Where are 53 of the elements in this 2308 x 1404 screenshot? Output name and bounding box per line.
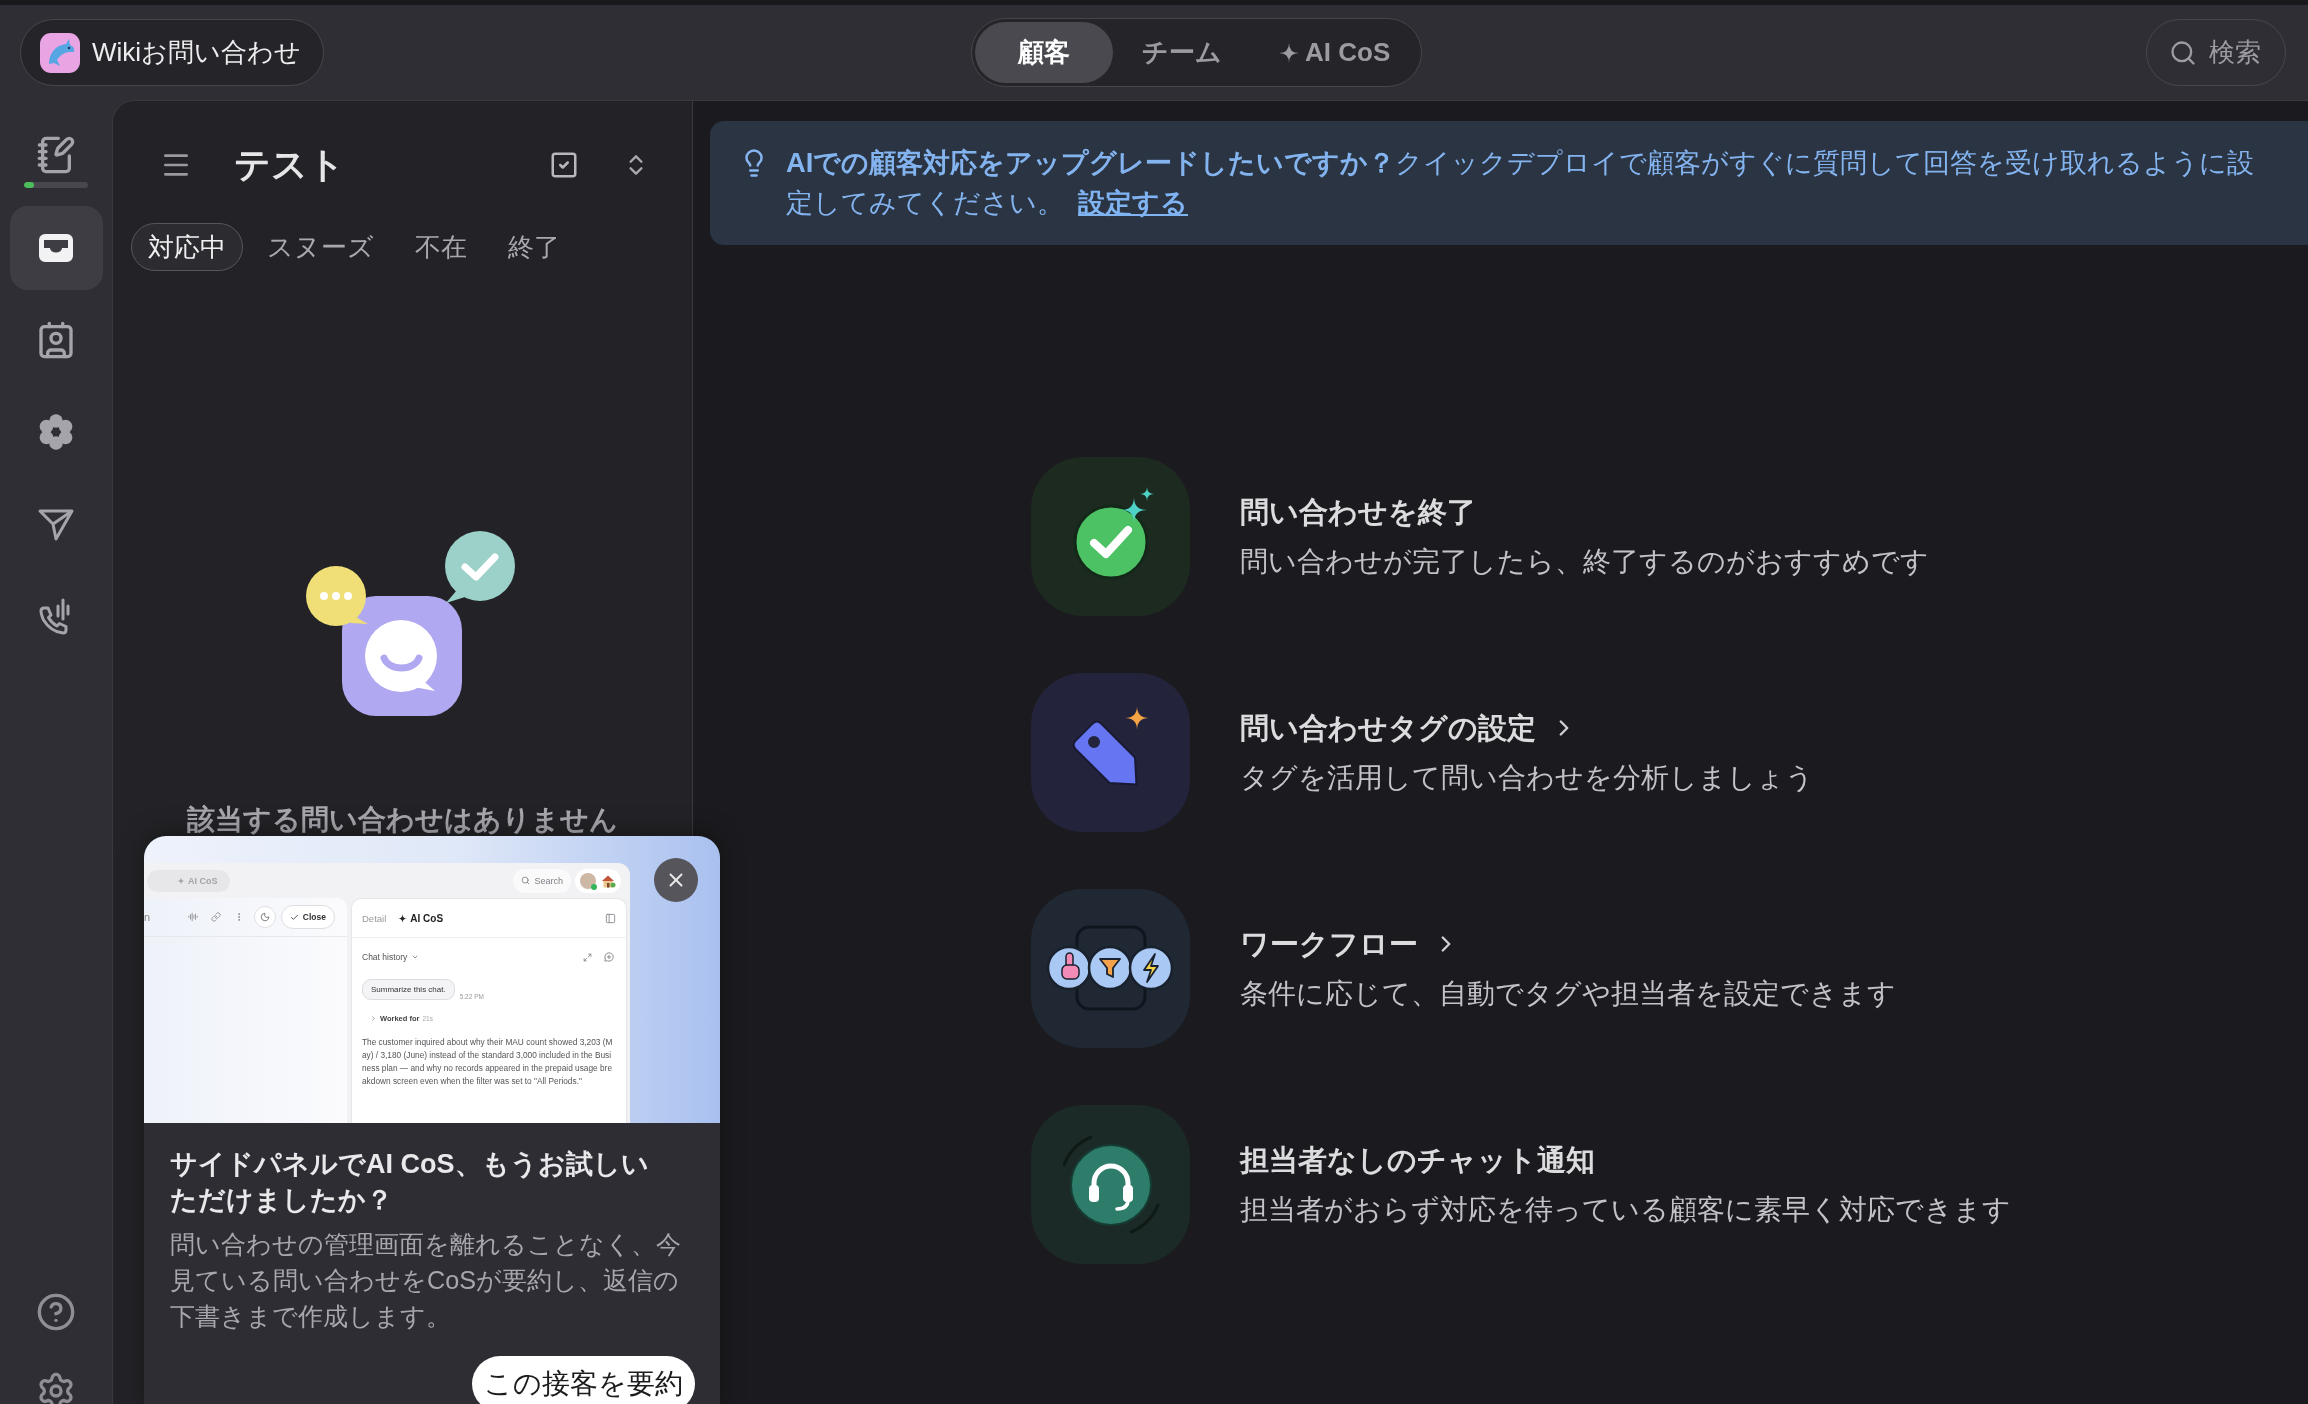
sparkle-icon	[177, 876, 185, 885]
view-tab[interactable]: 顧客	[975, 22, 1113, 83]
tag-icon	[1031, 673, 1190, 832]
feature-description: 問い合わせが完了したら、終了するのがおすすめです	[1240, 544, 1929, 579]
pointer-filter-bolt-icon	[1031, 889, 1190, 1048]
moon-icon[interactable]	[253, 906, 276, 928]
check-icon	[289, 912, 299, 922]
status-tab[interactable]: 不在	[398, 223, 484, 271]
empty-message: 該当する問い合わせはありません	[187, 805, 618, 835]
feature-title[interactable]: ワークフロー	[1240, 923, 1418, 964]
settings-icon[interactable]	[36, 1371, 76, 1404]
status-tab[interactable]: 終了	[491, 223, 577, 271]
promo-description: 問い合わせの管理画面を離れることなく、今見ている問い合わせをCoSが要約し、返信の下書きまで作成します。	[170, 1229, 682, 1332]
summarize-button[interactable]: この接客を要約	[472, 1356, 695, 1404]
search-icon	[2169, 38, 2197, 67]
setup-link[interactable]: 設定する	[1078, 187, 1188, 218]
upgrade-message: AIでの顧客対応をアップグレードしたいですか？クイックデプロイで顧客がすぐに質問して回答を受け取れるように設定してみてください。 設定する	[786, 146, 2256, 220]
summary-text: The customer inquired about why their MAU count showed 3,203 (May) / 3,180 (June) instead of the standard 3,000 included in the Business plan — and why no records appeared in the prepaid usage breakdown screen even when the filter was set to "All Periods."	[362, 1036, 614, 1088]
notebook-pen-icon	[36, 135, 76, 175]
workspace-button[interactable]: Wikiお問い合わせ	[20, 19, 325, 86]
checkbox-icon[interactable]	[549, 150, 579, 180]
feature-title: 問い合わせを終了	[1240, 494, 1476, 530]
chevron-down-icon	[411, 953, 420, 961]
contact-book-icon	[36, 320, 76, 360]
history-label: Chat history	[362, 952, 408, 962]
feature-title: 担当者なしのチャット通知	[1240, 1142, 1595, 1178]
feature-title[interactable]: 問い合わせタグの設定	[1240, 707, 1536, 748]
feature-description: 条件に応じて、自動でタグや担当者を設定できます	[1240, 976, 1896, 1011]
status-dot-icon	[591, 883, 597, 890]
view-tab[interactable]: チーム	[1113, 22, 1251, 83]
feature-description: 担当者がおらず対応を待っている顧客に素早く対応できます	[1240, 1192, 2011, 1227]
mini-close-button[interactable]: Close	[280, 905, 335, 929]
chevron-right-icon	[370, 1015, 377, 1022]
view-tab[interactable]: AI CoS	[1251, 22, 1419, 83]
promo-title: サイドパネルでAI CoS、もうお試しいただけましたか？	[170, 1148, 650, 1217]
search-icon	[521, 876, 531, 885]
feature-description: タグを活用して問い合わせを分析しましょう	[1240, 760, 1814, 795]
help-icon[interactable]	[36, 1292, 76, 1332]
sparkle-icon	[398, 913, 408, 923]
avatar	[580, 872, 596, 889]
sidebar-item[interactable]	[9, 206, 103, 290]
panel-icon[interactable]	[605, 912, 616, 924]
close-button[interactable]	[654, 858, 698, 902]
headset-icon	[1031, 1105, 1190, 1264]
status-tab[interactable]: スヌーズ	[250, 223, 391, 271]
panel-title: テスト	[234, 143, 345, 187]
dolphin-icon	[40, 32, 80, 73]
panel-tab-label[interactable]: AI CoS	[398, 912, 444, 924]
expand-icon[interactable]	[583, 952, 592, 962]
mini-search-field[interactable]: Search	[513, 868, 571, 893]
message-bubble: Summarize this chat.	[362, 979, 455, 1000]
status-tab[interactable]: 対応中	[131, 223, 243, 271]
toolbar-text: n	[144, 911, 151, 923]
